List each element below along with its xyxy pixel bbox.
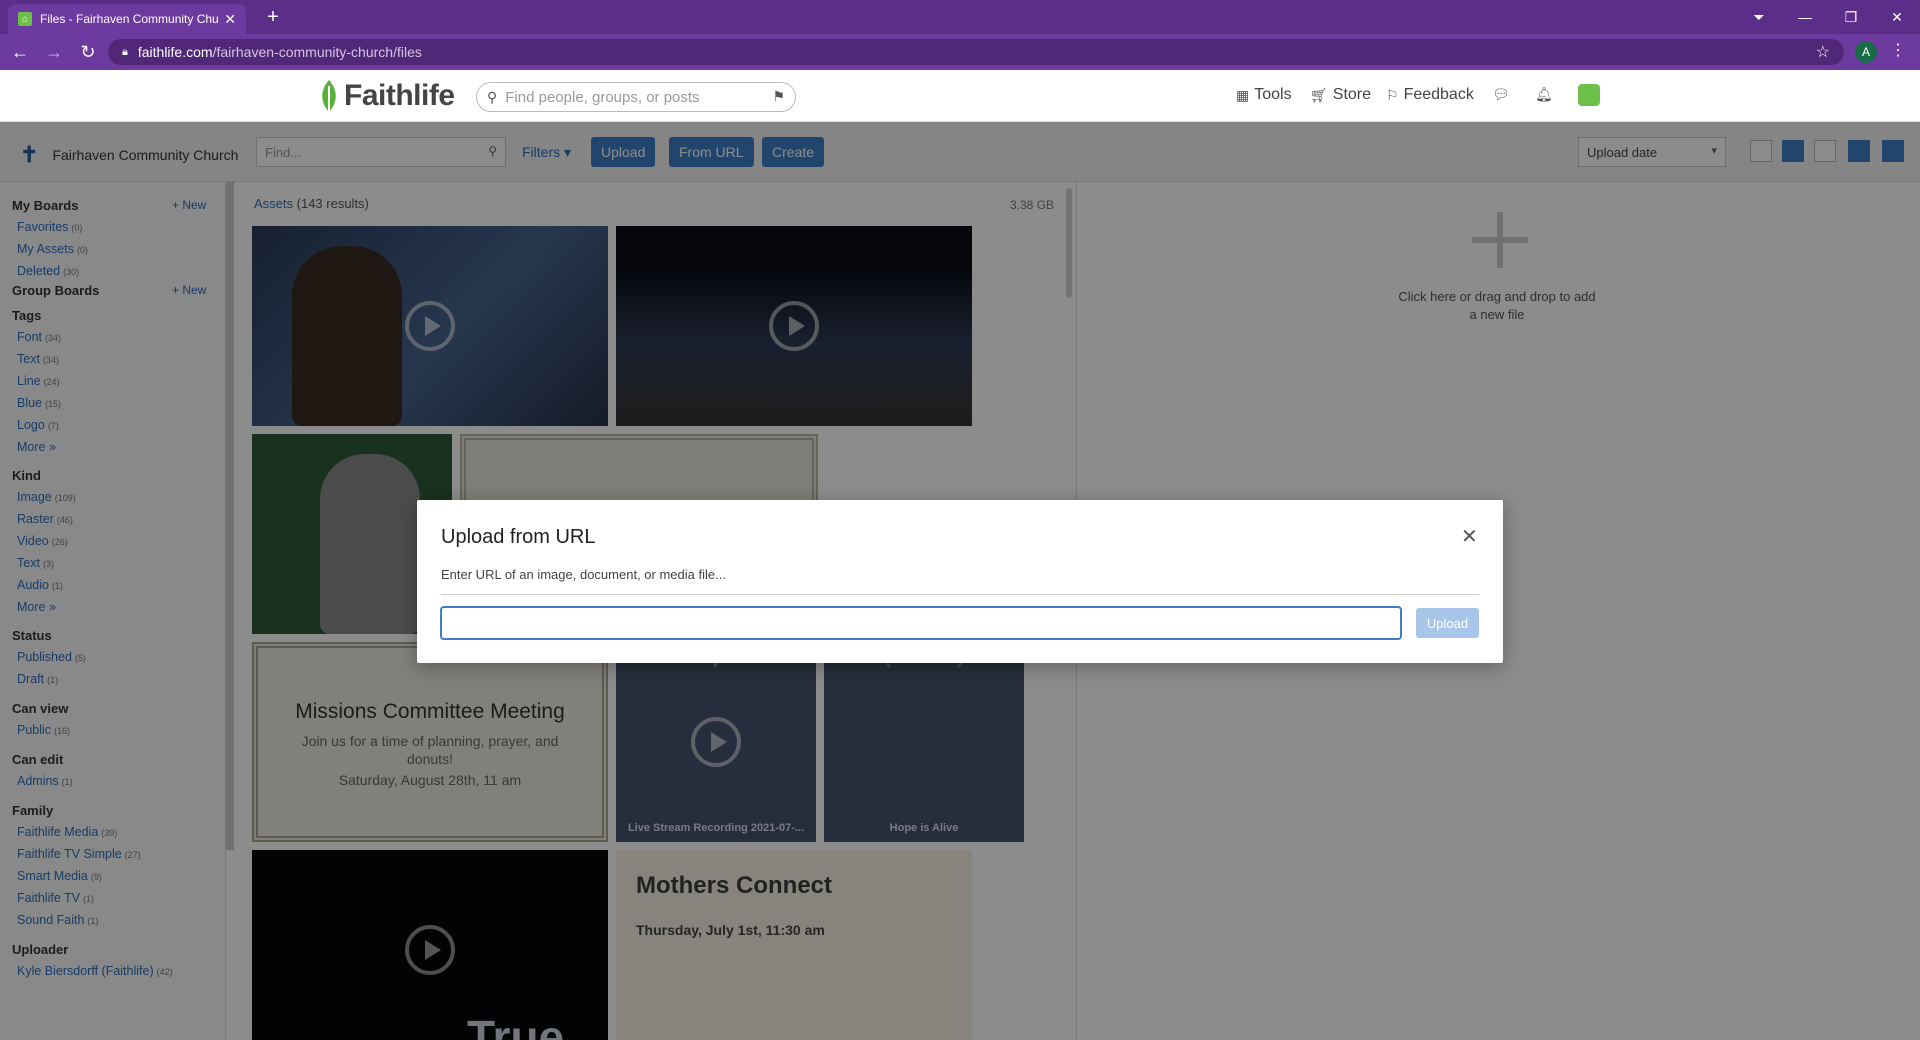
browser-menu-icon[interactable]: ⋮ <box>1890 40 1906 60</box>
url-input[interactable] <box>441 607 1401 639</box>
logo-text: Faithlife <box>344 79 455 112</box>
notifications-bell-icon[interactable]: 🔔︎ <box>1535 86 1558 103</box>
new-tab-button[interactable]: + <box>260 4 286 30</box>
faithlife-logo[interactable]: Faithlife <box>318 78 455 114</box>
dialog-title: Upload from URL <box>441 526 596 548</box>
site-search-input[interactable]: ⚲ Find people, groups, or posts ⚑ <box>476 82 796 112</box>
search-placeholder: Find people, groups, or posts <box>505 88 700 106</box>
flag-icon: ⚐ <box>1386 86 1399 103</box>
profile-avatar[interactable]: A <box>1855 41 1877 63</box>
cart-icon: 🛒︎ <box>1310 86 1328 103</box>
close-window-button[interactable]: ✕ <box>1874 9 1920 26</box>
upload-button[interactable]: Upload <box>1416 608 1479 638</box>
dialog-hint: Enter URL of an image, document, or medi… <box>441 567 726 582</box>
browser-tab-bar: ⌂ Files - Fairhaven Community Chu ✕ + ⏷ … <box>0 0 1920 34</box>
feedback-label: Feedback <box>1403 86 1474 103</box>
search-icon: ⚲ <box>487 88 498 105</box>
window-controls: ⏷ — ❐ ✕ <box>1736 0 1920 34</box>
nav-feedback[interactable]: ⚐ Feedback <box>1386 86 1474 104</box>
site-header: Faithlife ⚲ Find people, groups, or post… <box>0 70 1920 122</box>
media-control-icon[interactable]: ⏷ <box>1736 9 1782 26</box>
back-arrow-icon[interactable]: ← <box>6 42 34 63</box>
lock-icon: 🔒︎ <box>122 45 128 58</box>
nav-tools[interactable]: ▦ Tools <box>1236 86 1292 104</box>
minimize-button[interactable]: — <box>1782 9 1828 25</box>
tools-label: Tools <box>1254 86 1292 103</box>
browser-toolbar: ← → ↻ 🔒︎ faithlife.com/fairhaven-communi… <box>0 34 1920 70</box>
url-path: /fairhaven-community-church/files <box>212 44 422 60</box>
close-icon[interactable]: ✕ <box>1461 524 1478 549</box>
bookmark-star-icon[interactable]: ☆ <box>1816 42 1830 62</box>
grid-icon: ▦ <box>1236 86 1250 103</box>
close-tab-icon[interactable]: ✕ <box>224 11 236 28</box>
messages-icon[interactable]: 💬︎ <box>1492 86 1515 103</box>
address-bar[interactable]: 🔒︎ faithlife.com/fairhaven-community-chu… <box>108 39 1844 65</box>
nav-store[interactable]: 🛒︎ Store <box>1310 86 1371 104</box>
tab-title: Files - Fairhaven Community Chu <box>40 12 219 26</box>
forward-arrow-icon[interactable]: → <box>40 42 68 63</box>
url-host: faithlife.com <box>137 44 213 60</box>
faithlife-favicon-icon: ⌂ <box>18 12 32 26</box>
reload-icon[interactable]: ↻ <box>74 42 102 63</box>
browser-tab[interactable]: ⌂ Files - Fairhaven Community Chu ✕ <box>8 4 246 34</box>
restore-button[interactable]: ❐ <box>1828 9 1874 26</box>
divider <box>441 594 1479 595</box>
user-avatar[interactable] <box>1578 84 1600 106</box>
store-label: Store <box>1332 86 1372 103</box>
upload-from-url-dialog: Upload from URL ✕ Enter URL of an image,… <box>417 500 1503 663</box>
location-pin-icon[interactable]: ⚑ <box>772 88 785 105</box>
faithlife-leaf-icon <box>322 80 336 112</box>
